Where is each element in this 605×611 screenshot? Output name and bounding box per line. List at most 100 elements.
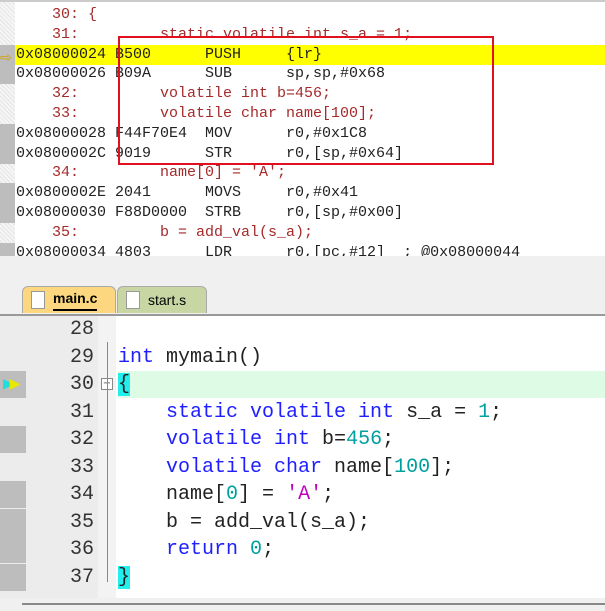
code-text: }: [118, 564, 131, 591]
tab-label: start.s: [148, 292, 187, 308]
line-number: 32: [69, 428, 94, 451]
code-line[interactable]: 34 name[0] = 'A';: [0, 481, 605, 508]
line-number: 33: [69, 455, 94, 479]
asm-line[interactable]: 0x0800002E 2041 MOVS r0,#0x41: [0, 183, 605, 204]
code-token: mymain(): [154, 345, 263, 369]
code-token: name[: [118, 483, 227, 506]
scrollbar-thumb[interactable]: [22, 603, 605, 605]
code-text: {: [118, 371, 605, 398]
code-token: 0: [250, 538, 263, 561]
execution-marker: [0, 481, 26, 508]
horizontal-scrollbar[interactable]: [0, 598, 605, 611]
code-token: 100: [394, 455, 431, 479]
line-number: 37: [69, 565, 94, 589]
line-text: 30: {: [16, 6, 98, 23]
code-token: 456: [346, 428, 383, 451]
source-line[interactable]: 30: {: [0, 5, 605, 25]
line-number: 31: [69, 400, 94, 424]
execution-marker: [0, 5, 15, 25]
execution-marker: [0, 454, 26, 481]
code-token: ] =: [238, 483, 287, 506]
execution-marker: [0, 84, 15, 104]
line-text: 0x0800002E 2041 MOVS r0,#0x41: [16, 184, 359, 202]
code-line[interactable]: 28: [0, 316, 605, 343]
line-text: 35: b = add_val(s_a);: [16, 223, 314, 241]
code-token: int: [118, 345, 155, 369]
pane-splitter[interactable]: [0, 256, 605, 282]
execution-marker: [0, 508, 26, 536]
code-line[interactable]: 37}: [0, 563, 605, 591]
tab-start-s[interactable]: start.s: [117, 286, 207, 313]
editor-tab-bar: main.c start.s: [0, 282, 605, 316]
code-text: volatile char name[100];: [118, 454, 454, 481]
code-token: b = add_val(s_a);: [118, 510, 371, 534]
line-number: 35: [69, 510, 94, 534]
execution-marker: [0, 123, 15, 144]
annotation-box: [118, 36, 494, 165]
execution-marker: [0, 203, 15, 223]
code-text: volatile int b=456;: [118, 426, 394, 453]
code-line[interactable]: 32 volatile int b=456;: [0, 426, 605, 453]
source-line[interactable]: 35: b = add_val(s_a);: [0, 223, 605, 243]
file-icon: [31, 291, 45, 309]
code-line[interactable]: 35 b = add_val(s_a);: [0, 508, 605, 536]
file-icon: [126, 291, 140, 309]
line-number: 30: [69, 373, 94, 396]
code-token: }: [118, 565, 131, 589]
line-text: 0x08000030 F88D0000 STRB r0,[sp,#0x00]: [16, 204, 404, 221]
execution-marker: [0, 399, 26, 426]
asm-line[interactable]: 0x08000030 F88D0000 STRB r0,[sp,#0x00]: [0, 203, 605, 223]
line-text: 34: name[0] = 'A';: [16, 164, 287, 182]
execution-marker: [0, 344, 26, 371]
code-token: ;: [322, 483, 335, 506]
line-number: 28: [69, 318, 94, 341]
code-token: 'A': [286, 483, 323, 506]
code-token: {: [118, 373, 131, 396]
execution-pointer-icon: ▶▶: [3, 376, 21, 392]
code-token: volatile int: [166, 428, 311, 451]
code-text: return 0;: [118, 536, 274, 563]
code-token: ];: [430, 455, 455, 479]
code-text: b = add_val(s_a);: [118, 509, 370, 536]
line-number: 29: [69, 345, 94, 369]
code-token: 0: [226, 483, 239, 506]
code-token: ;: [382, 428, 395, 451]
source-line[interactable]: 34: name[0] = 'A';: [0, 163, 605, 183]
execution-marker: [0, 64, 15, 85]
code-token: b=: [310, 428, 347, 451]
code-token: name[: [322, 455, 395, 479]
code-token: return: [166, 538, 239, 561]
code-text: static volatile int s_a = 1;: [118, 399, 502, 426]
execution-marker: [0, 426, 26, 453]
execution-marker: [0, 536, 26, 563]
execution-marker: [0, 25, 15, 45]
code-token: 1: [478, 400, 491, 424]
line-number: 36: [69, 538, 94, 561]
code-line[interactable]: 29 int mymain(): [0, 344, 605, 371]
code-line[interactable]: ▶▶30−{: [0, 371, 605, 398]
source-editor[interactable]: 2829int mymain()▶▶30−{31 static volatile…: [0, 316, 605, 598]
execution-marker: [0, 183, 15, 204]
code-line[interactable]: 33 volatile char name[100];: [0, 454, 605, 481]
code-token: static volatile int: [166, 400, 395, 424]
execution-marker: [0, 316, 26, 343]
tab-label: main.c: [53, 287, 98, 311]
code-token: s_a =: [394, 400, 479, 424]
execution-marker: [0, 104, 15, 124]
code-token: ;: [262, 538, 275, 561]
code-token: ;: [490, 400, 503, 424]
line-number: 34: [69, 483, 94, 506]
execution-marker: [0, 143, 15, 164]
fold-line: [107, 342, 108, 582]
execution-marker: [0, 563, 26, 591]
code-line[interactable]: 31 static volatile int s_a = 1;: [0, 399, 605, 426]
code-text: name[0] = 'A';: [118, 481, 334, 508]
code-line[interactable]: 36 return 0;: [0, 536, 605, 563]
code-token: volatile char: [166, 455, 323, 479]
tab-main-c[interactable]: main.c: [22, 286, 116, 313]
